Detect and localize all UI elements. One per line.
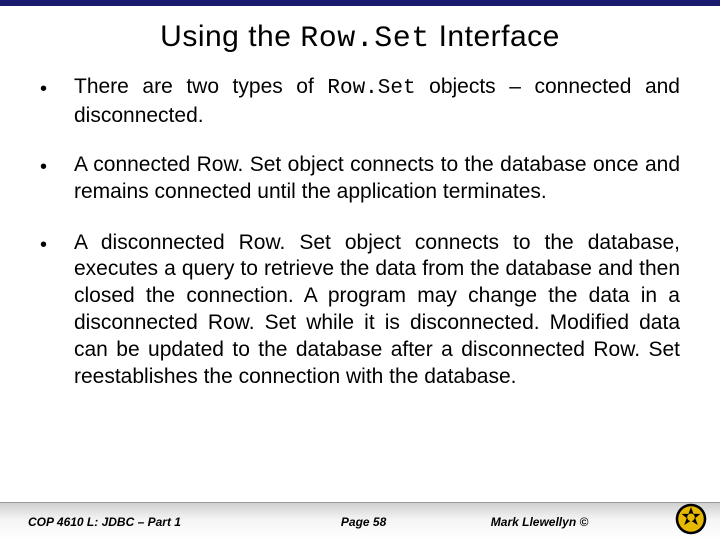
bullet-item: • A disconnected Row. Set object connect… <box>40 230 680 393</box>
ucf-logo-icon <box>674 502 708 536</box>
bullet-text: There are two types of Row.Set objects –… <box>74 74 680 130</box>
bullet-text-part: A connected Row. Set object connects to … <box>74 153 680 203</box>
bullet-text-part: A disconnected Row. Set object connects … <box>74 231 680 388</box>
bullet-text-mono: Row.Set <box>327 77 415 100</box>
slide-title: Using the Row.Set Interface <box>0 6 720 66</box>
footer-page: Page 58 <box>266 515 460 529</box>
footer: COP 4610 L: JDBC – Part 1 Page 58 Mark L… <box>0 502 720 540</box>
bullet-item: • There are two types of Row.Set objects… <box>40 74 680 130</box>
bullet-marker: • <box>40 152 74 180</box>
bullet-item: • A connected Row. Set object connects t… <box>40 152 680 208</box>
bullet-marker: • <box>40 74 74 102</box>
title-suffix: Interface <box>430 20 560 53</box>
bullet-marker: • <box>40 230 74 258</box>
title-prefix: Using the <box>160 20 300 53</box>
content-area: • There are two types of Row.Set objects… <box>0 66 720 393</box>
bullet-text-part: There are two types of <box>74 75 327 98</box>
title-mono: Row.Set <box>300 22 430 56</box>
slide: Using the Row.Set Interface • There are … <box>0 0 720 540</box>
footer-course: COP 4610 L: JDBC – Part 1 <box>0 515 266 529</box>
bullet-text: A connected Row. Set object connects to … <box>74 152 680 208</box>
bullet-text: A disconnected Row. Set object connects … <box>74 230 680 393</box>
